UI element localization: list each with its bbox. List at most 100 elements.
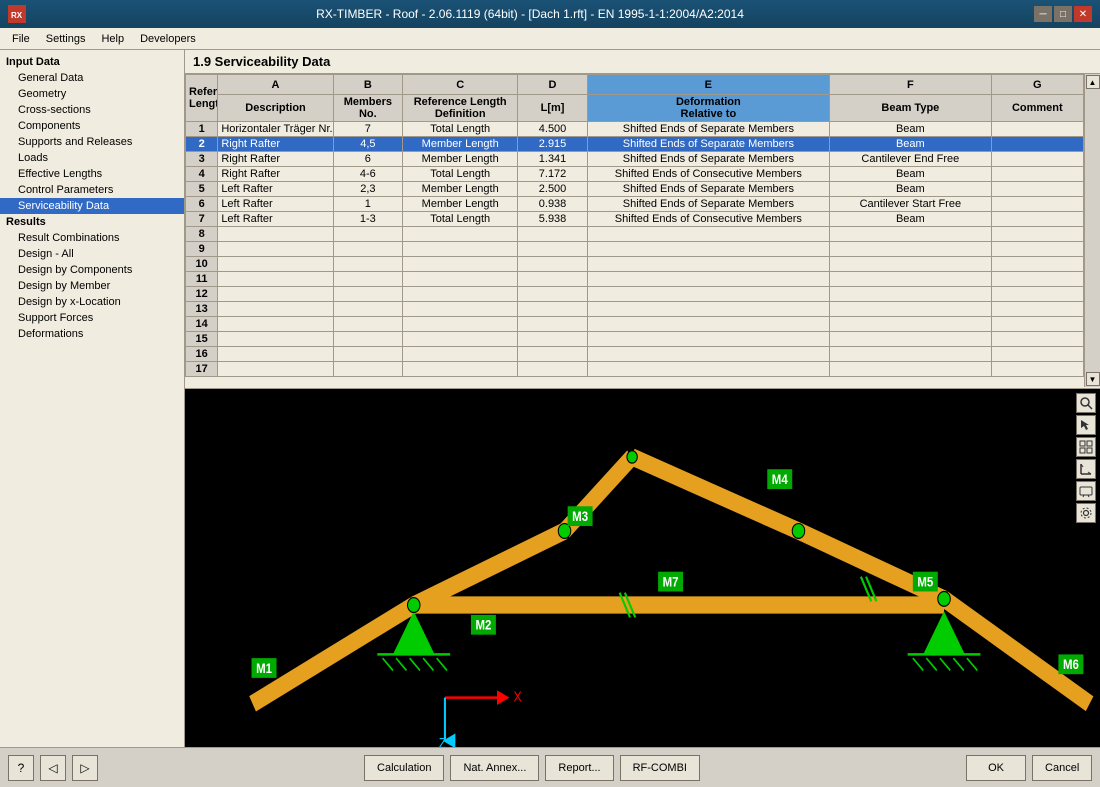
cell-beamtype: Cantilever End Free bbox=[830, 152, 992, 167]
page-title: 1.9 Serviceability Data bbox=[185, 50, 1100, 74]
table-row[interactable]: 16 bbox=[186, 347, 1084, 362]
sidebar-item-geometry[interactable]: Geometry bbox=[0, 86, 184, 102]
sidebar-item-design-by-components[interactable]: Design by Components bbox=[0, 262, 184, 278]
table-row[interactable]: 8 bbox=[186, 227, 1084, 242]
nat-annex-button[interactable]: Nat. Annex... bbox=[450, 755, 539, 781]
col-description-header: Description bbox=[218, 95, 333, 122]
cell-definition bbox=[402, 362, 517, 377]
report-button[interactable]: Report... bbox=[545, 755, 613, 781]
draw-tool-5[interactable] bbox=[1076, 481, 1096, 501]
ok-button[interactable]: OK bbox=[966, 755, 1026, 781]
cell-l bbox=[518, 302, 587, 317]
sidebar-item-design-by-x-location[interactable]: Design by x-Location bbox=[0, 294, 184, 310]
table-row[interactable]: 3Right Rafter6Member Length1.341Shifted … bbox=[186, 152, 1084, 167]
sidebar-item-design-all[interactable]: Design - All bbox=[0, 246, 184, 262]
table-scroll-area[interactable]: ReferenceLength No. A B C D E F G Descri… bbox=[185, 74, 1084, 387]
table-row[interactable]: 1Horizontaler Träger Nr.7Total Length4.5… bbox=[186, 122, 1084, 137]
sidebar-item-loads[interactable]: Loads bbox=[0, 150, 184, 166]
structural-drawing: M1 M2 M3 M4 M5 M6 M7 bbox=[185, 389, 1100, 747]
cell-l: 0.938 bbox=[518, 197, 587, 212]
menu-developers[interactable]: Developers bbox=[132, 31, 204, 47]
table-row[interactable]: 12 bbox=[186, 287, 1084, 302]
calculation-button[interactable]: Calculation bbox=[364, 755, 444, 781]
cell-beamtype: Beam bbox=[830, 137, 992, 152]
cell-members bbox=[333, 362, 402, 377]
prev-button[interactable]: ◁ bbox=[40, 755, 66, 781]
sidebar-item-supports-releases[interactable]: Supports and Releases bbox=[0, 134, 184, 150]
draw-tool-1[interactable] bbox=[1076, 393, 1096, 413]
table-row[interactable]: 11 bbox=[186, 272, 1084, 287]
table-row[interactable]: 10 bbox=[186, 257, 1084, 272]
cell-l bbox=[518, 332, 587, 347]
next-button[interactable]: ▷ bbox=[72, 755, 98, 781]
cell-deformation bbox=[587, 242, 829, 257]
sidebar-item-components[interactable]: Components bbox=[0, 118, 184, 134]
table-row[interactable]: 6Left Rafter1Member Length0.938Shifted E… bbox=[186, 197, 1084, 212]
draw-tool-6[interactable] bbox=[1076, 503, 1096, 523]
sidebar-item-support-forces[interactable]: Support Forces bbox=[0, 310, 184, 326]
sidebar-item-result-combinations[interactable]: Result Combinations bbox=[0, 230, 184, 246]
sidebar-item-deformations[interactable]: Deformations bbox=[0, 326, 184, 342]
scroll-up-button[interactable]: ▲ bbox=[1086, 75, 1100, 89]
draw-tool-3[interactable] bbox=[1076, 437, 1096, 457]
cell-members bbox=[333, 332, 402, 347]
table-row[interactable]: 15 bbox=[186, 332, 1084, 347]
cell-description: Right Rafter bbox=[218, 167, 333, 182]
cell-members: 7 bbox=[333, 122, 402, 137]
menu-file[interactable]: File bbox=[4, 31, 38, 47]
cell-deformation bbox=[587, 317, 829, 332]
cell-deformation bbox=[587, 287, 829, 302]
sidebar-item-serviceability-data[interactable]: Serviceability Data bbox=[0, 198, 184, 214]
cell-definition: Member Length bbox=[402, 182, 517, 197]
cell-comment bbox=[991, 212, 1083, 227]
cell-rownum: 13 bbox=[186, 302, 218, 317]
cell-beamtype bbox=[830, 317, 992, 332]
svg-text:Z: Z bbox=[439, 735, 447, 747]
minimize-button[interactable]: ─ bbox=[1034, 6, 1052, 22]
maximize-button[interactable]: □ bbox=[1054, 6, 1072, 22]
close-button[interactable]: ✕ bbox=[1074, 6, 1092, 22]
window-controls[interactable]: ─ □ ✕ bbox=[1034, 6, 1092, 22]
scroll-down-button[interactable]: ▼ bbox=[1086, 372, 1100, 386]
table-row[interactable]: 4Right Rafter4-6Total Length7.172Shifted… bbox=[186, 167, 1084, 182]
draw-tool-2[interactable] bbox=[1076, 415, 1096, 435]
table-row[interactable]: 5Left Rafter2,3Member Length2.500Shifted… bbox=[186, 182, 1084, 197]
sidebar-section-input: Input Data bbox=[0, 54, 184, 70]
cell-definition bbox=[402, 347, 517, 362]
draw-tool-4[interactable] bbox=[1076, 459, 1096, 479]
cell-beamtype bbox=[830, 347, 992, 362]
sidebar-item-control-parameters[interactable]: Control Parameters bbox=[0, 182, 184, 198]
help-button[interactable]: ? bbox=[8, 755, 34, 781]
table-row[interactable]: 14 bbox=[186, 317, 1084, 332]
cell-deformation bbox=[587, 227, 829, 242]
sidebar-item-general-data[interactable]: General Data bbox=[0, 70, 184, 86]
table-row[interactable]: 13 bbox=[186, 302, 1084, 317]
cell-definition: Total Length bbox=[402, 167, 517, 182]
sidebar-item-cross-sections[interactable]: Cross-sections bbox=[0, 102, 184, 118]
table-row[interactable]: 7Left Rafter1-3Total Length5.938Shifted … bbox=[186, 212, 1084, 227]
menu-settings[interactable]: Settings bbox=[38, 31, 94, 47]
cell-description: Right Rafter bbox=[218, 137, 333, 152]
structure-svg: M1 M2 M3 M4 M5 M6 M7 bbox=[185, 389, 1100, 747]
rf-combi-button[interactable]: RF-COMBI bbox=[620, 755, 700, 781]
cell-l: 1.341 bbox=[518, 152, 587, 167]
vertical-scrollbar[interactable]: ▲ ▼ bbox=[1084, 74, 1100, 387]
table-row[interactable]: 17 bbox=[186, 362, 1084, 377]
main-area: Input Data General Data Geometry Cross-s… bbox=[0, 50, 1100, 747]
cell-rownum: 4 bbox=[186, 167, 218, 182]
cancel-button[interactable]: Cancel bbox=[1032, 755, 1092, 781]
cell-l bbox=[518, 362, 587, 377]
cell-deformation: Shifted Ends of Separate Members bbox=[587, 152, 829, 167]
cell-rownum: 14 bbox=[186, 317, 218, 332]
cell-members bbox=[333, 302, 402, 317]
cell-comment bbox=[991, 362, 1083, 377]
cell-deformation bbox=[587, 257, 829, 272]
cell-deformation: Shifted Ends of Separate Members bbox=[587, 137, 829, 152]
cell-rownum: 5 bbox=[186, 182, 218, 197]
app-icon: RX bbox=[8, 5, 26, 23]
sidebar-item-effective-lengths[interactable]: Effective Lengths bbox=[0, 166, 184, 182]
table-row[interactable]: 2Right Rafter4,5Member Length2.915Shifte… bbox=[186, 137, 1084, 152]
table-row[interactable]: 9 bbox=[186, 242, 1084, 257]
menu-help[interactable]: Help bbox=[93, 31, 132, 47]
sidebar-item-design-by-member[interactable]: Design by Member bbox=[0, 278, 184, 294]
